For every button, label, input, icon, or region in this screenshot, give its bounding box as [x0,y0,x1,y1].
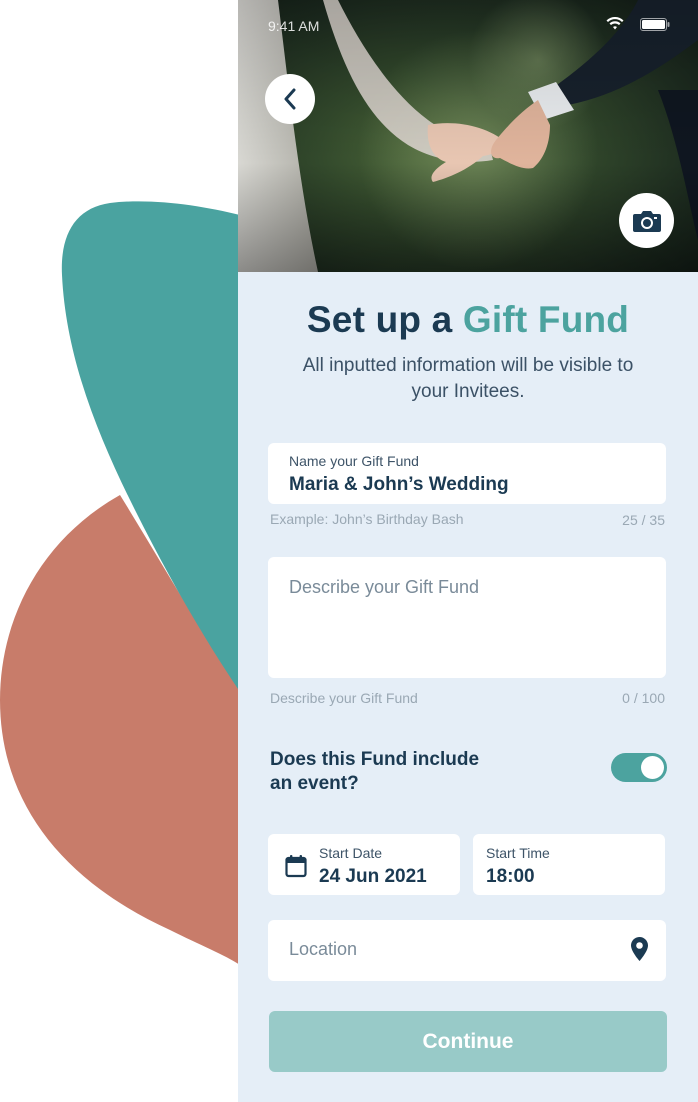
start-date-field[interactable]: Start Date 24 Jun 2021 [268,834,460,895]
fund-description-placeholder: Describe your Gift Fund [289,577,480,597]
start-time-field[interactable]: Start Time 18:00 [473,834,665,895]
location-field[interactable]: Location [268,920,666,981]
event-toggle[interactable] [611,753,667,782]
fund-name-helper: Example: John’s Birthday Bash [270,511,464,527]
start-time-value[interactable]: 18:00 [486,866,535,888]
fund-name-counter: 25 / 35 [622,512,665,528]
location-placeholder: Location [289,939,358,959]
phone-screen: 9:41 AM Set up a Gift Fund All inputted … [238,0,698,1102]
calendar-icon [285,855,307,878]
fund-description-counter: 0 / 100 [622,690,665,706]
back-chevron-icon [284,88,296,110]
back-button[interactable] [265,74,315,124]
fund-name-field[interactable]: Name your Gift Fund Maria & John’s Weddi… [268,443,666,504]
continue-button[interactable]: Continue [269,1011,667,1072]
change-photo-button[interactable] [619,193,674,248]
start-date-label: Start Date [319,845,383,861]
title-accent: Gift Fund [462,299,630,340]
page-title: Set up a Gift Fund [238,299,698,341]
fund-description-field[interactable]: Describe your Gift Fund [268,557,666,678]
start-date-value[interactable]: 24 Jun 2021 [319,866,427,888]
fund-name-value[interactable]: Maria & John’s Wedding [289,474,509,496]
toggle-knob [641,756,664,779]
hero-photo: 9:41 AM [238,0,698,272]
start-time-label: Start Time [486,845,550,861]
fund-description-helper: Describe your Gift Fund [270,690,418,706]
location-pin-icon[interactable] [630,936,649,962]
camera-icon [632,210,661,232]
status-time: 9:41 AM [268,18,320,34]
event-question: Does this Fund include an event? [270,749,480,794]
page-subtitle: All inputted information will be visible… [302,355,634,402]
battery-icon [640,18,670,31]
title-prefix: Set up a [306,299,463,340]
fund-name-label: Name your Gift Fund [289,453,419,469]
wifi-icon [606,17,624,30]
